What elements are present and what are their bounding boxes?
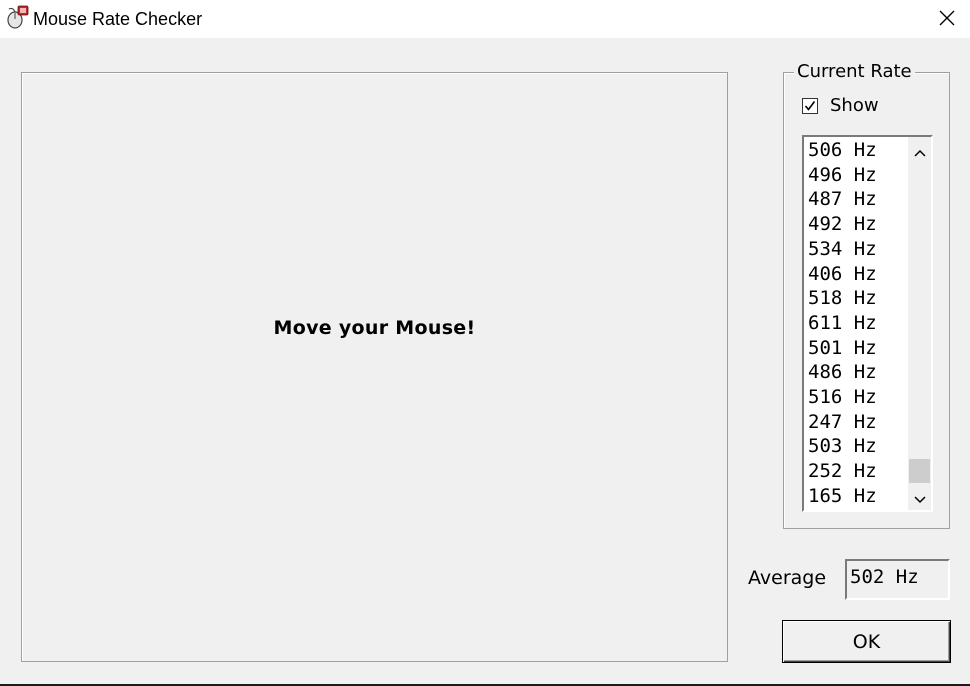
- rate-list: 506 Hz 496 Hz 487 Hz 492 Hz 534 Hz 406 H…: [808, 138, 908, 509]
- average-field: 502 Hz: [845, 559, 950, 600]
- show-label[interactable]: Show: [830, 95, 879, 117]
- mouse-rate-checker-window: Mouse Rate Checker Move your Mouse! Curr…: [0, 0, 970, 686]
- list-item[interactable]: 496 Hz: [808, 163, 908, 188]
- ok-button[interactable]: OK: [782, 620, 951, 663]
- show-checkbox[interactable]: [802, 98, 818, 114]
- move-prompt: Move your Mouse!: [273, 317, 476, 339]
- list-item[interactable]: 516 Hz: [808, 385, 908, 410]
- list-item[interactable]: 406 Hz: [808, 262, 908, 287]
- list-item[interactable]: 487 Hz: [808, 187, 908, 212]
- list-item[interactable]: 518 Hz: [808, 286, 908, 311]
- current-rate-label: Current Rate: [794, 61, 915, 83]
- list-item[interactable]: 247 Hz: [808, 410, 908, 435]
- list-item[interactable]: 492 Hz: [808, 212, 908, 237]
- list-item[interactable]: 534 Hz: [808, 237, 908, 262]
- rate-listbox[interactable]: 506 Hz 496 Hz 487 Hz 492 Hz 534 Hz 406 H…: [802, 135, 933, 512]
- list-item[interactable]: 165 Hz: [808, 484, 908, 509]
- title-bar[interactable]: Mouse Rate Checker: [0, 0, 970, 38]
- list-item[interactable]: 611 Hz: [808, 311, 908, 336]
- list-item[interactable]: 486 Hz: [808, 360, 908, 385]
- window-title: Mouse Rate Checker: [33, 9, 203, 29]
- average-label: Average: [748, 567, 827, 589]
- mouse-move-area[interactable]: Move your Mouse!: [21, 72, 728, 662]
- close-icon: [939, 10, 955, 26]
- list-item[interactable]: 501 Hz: [808, 336, 908, 361]
- list-item[interactable]: 503 Hz: [808, 434, 908, 459]
- chevron-down-icon: [913, 489, 926, 508]
- list-item[interactable]: 506 Hz: [808, 138, 908, 163]
- rate-list-scrollbar[interactable]: [908, 137, 931, 510]
- mouse-app-icon: [5, 5, 29, 29]
- current-rate-group: Current Rate Show 506 Hz 496 Hz 487 Hz 4…: [783, 61, 950, 529]
- close-button[interactable]: [924, 0, 970, 36]
- scroll-thumb[interactable]: [909, 459, 930, 483]
- list-item[interactable]: 252 Hz: [808, 459, 908, 484]
- show-checkbox-row[interactable]: Show: [802, 95, 879, 117]
- chevron-up-icon: [913, 142, 926, 161]
- scroll-down-button[interactable]: [908, 488, 931, 508]
- scroll-up-button[interactable]: [908, 141, 931, 161]
- average-value: 502 Hz: [850, 566, 919, 588]
